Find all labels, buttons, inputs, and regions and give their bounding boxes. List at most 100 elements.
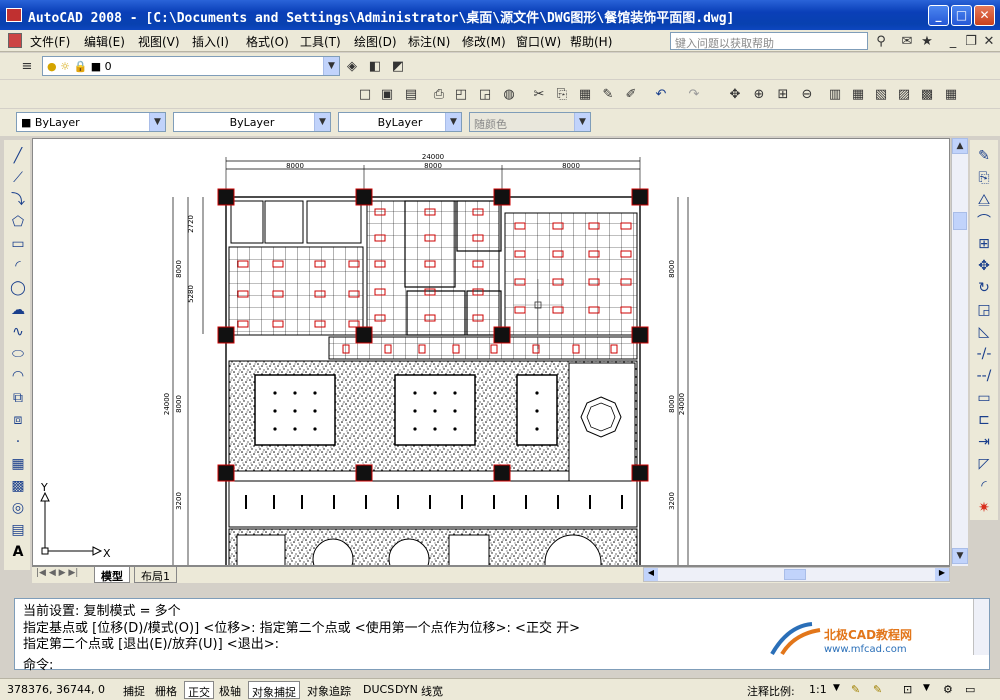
break-at-point-icon[interactable]: ⊏ (974, 410, 994, 430)
publish-icon[interactable]: ◲ (476, 85, 494, 103)
osnap-toggle[interactable]: 对象捕捉 (248, 681, 300, 699)
scroll-up-icon[interactable]: ▲ (952, 138, 968, 154)
menu-edit[interactable]: 编辑(E) (84, 33, 125, 50)
drawing-canvas[interactable]: 24000 8000 8000 8000 2720 5280 8000 8000… (32, 138, 950, 566)
join-icon[interactable]: ⇥ (974, 432, 994, 452)
insert-block-icon[interactable]: ⧉ (8, 388, 28, 408)
menu-insert[interactable]: 插入(I) (192, 33, 229, 50)
doc-close-icon[interactable]: ✕ (980, 32, 998, 50)
scale-icon[interactable]: ◲ (974, 300, 994, 320)
gradient-icon[interactable]: ▩ (8, 476, 28, 496)
plot-preview-icon[interactable]: ◰ (452, 85, 470, 103)
save-icon[interactable]: ▤ (402, 85, 420, 103)
redo-icon[interactable]: ↷ (685, 85, 703, 103)
fillet-icon[interactable]: ◜ (974, 476, 994, 496)
minimize-button[interactable]: _ (928, 5, 949, 26)
extend-icon[interactable]: --/ (974, 366, 994, 386)
zoom-previous-icon[interactable]: ⊖ (798, 85, 816, 103)
polygon-icon[interactable]: ⬠ (8, 212, 28, 232)
menu-modify[interactable]: 修改(M) (462, 33, 506, 50)
block-editor-icon[interactable]: ✐ (622, 85, 640, 103)
plot-icon[interactable]: ⎙ (430, 85, 448, 103)
stretch-icon[interactable]: ◺ (974, 322, 994, 342)
make-block-icon[interactable]: ⧈ (8, 410, 28, 430)
rotate-icon[interactable]: ↻ (974, 278, 994, 298)
markup-icon[interactable]: ▩ (918, 85, 936, 103)
chamfer-icon[interactable]: ◸ (974, 454, 994, 474)
command-prompt[interactable]: 命令: (23, 654, 53, 673)
command-scrollbar[interactable] (973, 599, 989, 655)
otrack-toggle[interactable]: 对象追踪 (304, 681, 354, 699)
vertical-scrollbar[interactable]: ▲ ▼ (951, 138, 968, 566)
spline-icon[interactable]: ∿ (8, 322, 28, 342)
close-button[interactable]: ✕ (974, 5, 995, 26)
line-icon[interactable]: ╱ (8, 146, 28, 166)
lock-icon[interactable]: ⊡ (900, 681, 915, 699)
dyn-toggle[interactable]: DYN (392, 681, 421, 699)
arc-icon[interactable]: ◜ (8, 256, 28, 276)
revision-cloud-icon[interactable]: ☁ (8, 300, 28, 320)
tray-settings-icon[interactable]: ⚙ (940, 681, 956, 699)
offset-icon[interactable]: ⌒ (974, 212, 994, 232)
copy-object-icon[interactable]: ⎘ (974, 168, 994, 188)
multiline-text-icon[interactable]: A (8, 542, 28, 562)
doc-restore-icon[interactable]: ❐ (962, 32, 980, 50)
calculator-icon[interactable]: ▦ (942, 85, 960, 103)
tab-nav-arrows-icon[interactable]: |◀ ◀ ▶ ▶| (36, 568, 78, 578)
menu-view[interactable]: 视图(V) (138, 33, 180, 50)
menu-dimension[interactable]: 标注(N) (408, 33, 450, 50)
lineweight-toggle[interactable]: 线宽 (418, 681, 446, 699)
tool-palettes-icon[interactable]: ▧ (872, 85, 890, 103)
open-file-icon[interactable]: ▣ (378, 85, 396, 103)
scroll-down-icon[interactable]: ▼ (952, 548, 968, 564)
construction-line-icon[interactable]: ⟋ (8, 168, 28, 188)
break-icon[interactable]: ▭ (974, 388, 994, 408)
circle-icon[interactable]: ◯ (8, 278, 28, 298)
polyline-icon[interactable]: ⤵ (8, 190, 28, 210)
chevron-down-icon[interactable]: ▼ (149, 113, 165, 131)
point-icon[interactable]: · (8, 432, 28, 452)
explode-icon[interactable]: ✷ (974, 498, 994, 518)
chevron-down-icon[interactable]: ▼ (920, 681, 933, 699)
undo-icon[interactable]: ↶ (652, 85, 670, 103)
copy-icon[interactable]: ⎘ (553, 85, 571, 103)
tab-model[interactable]: 模型 (94, 567, 130, 583)
cut-icon[interactable]: ✂ (530, 85, 548, 103)
new-file-icon[interactable]: □ (356, 85, 374, 103)
ellipse-arc-icon[interactable]: ◠ (8, 366, 28, 386)
menu-tools[interactable]: 工具(T) (300, 33, 341, 50)
table-icon[interactable]: ▤ (8, 520, 28, 540)
design-center-icon[interactable]: ▦ (849, 85, 867, 103)
match-properties-icon[interactable]: ✎ (599, 85, 617, 103)
rectangle-icon[interactable]: ▭ (8, 234, 28, 254)
scroll-left-icon[interactable]: ◀ (644, 568, 658, 581)
horizontal-scrollbar[interactable]: ◀ ▶ (643, 567, 950, 582)
region-icon[interactable]: ◎ (8, 498, 28, 518)
erase-icon[interactable]: ✎ (974, 146, 994, 166)
paste-icon[interactable]: ▦ (576, 85, 594, 103)
snap-toggle[interactable]: 捕捉 (120, 681, 148, 699)
layer-states-icon[interactable]: ◩ (389, 57, 407, 75)
menu-format[interactable]: 格式(O) (246, 33, 289, 50)
layer-previous-icon[interactable]: ◧ (366, 57, 384, 75)
menu-window[interactable]: 窗口(W) (516, 33, 561, 50)
chevron-down-icon[interactable]: ▼ (314, 113, 330, 131)
scroll-right-icon[interactable]: ▶ (935, 568, 949, 581)
sheet-set-icon[interactable]: ▨ (895, 85, 913, 103)
maximize-button[interactable]: □ (951, 5, 972, 26)
coordinate-display[interactable]: 378376, 36744, 0 (4, 681, 108, 699)
array-icon[interactable]: ⊞ (974, 234, 994, 254)
chevron-down-icon[interactable]: ▼ (323, 57, 339, 75)
hatch-icon[interactable]: ▦ (8, 454, 28, 474)
linetype-dropdown[interactable]: ByLayer ▼ (173, 112, 331, 132)
horizontal-scroll-thumb[interactable] (784, 569, 806, 580)
zoom-window-icon[interactable]: ⊞ (774, 85, 792, 103)
menu-help[interactable]: 帮助(H) (570, 33, 612, 50)
lineweight-dropdown[interactable]: ByLayer ▼ (338, 112, 462, 132)
tab-layout1[interactable]: 布局1 (134, 567, 177, 583)
chevron-down-icon[interactable]: ▼ (830, 681, 843, 699)
properties-icon[interactable]: ▥ (826, 85, 844, 103)
annotation-visibility-icon[interactable]: ✎ (848, 681, 863, 699)
doc-minimize-icon[interactable]: _ (944, 32, 962, 50)
trim-icon[interactable]: -/- (974, 344, 994, 364)
